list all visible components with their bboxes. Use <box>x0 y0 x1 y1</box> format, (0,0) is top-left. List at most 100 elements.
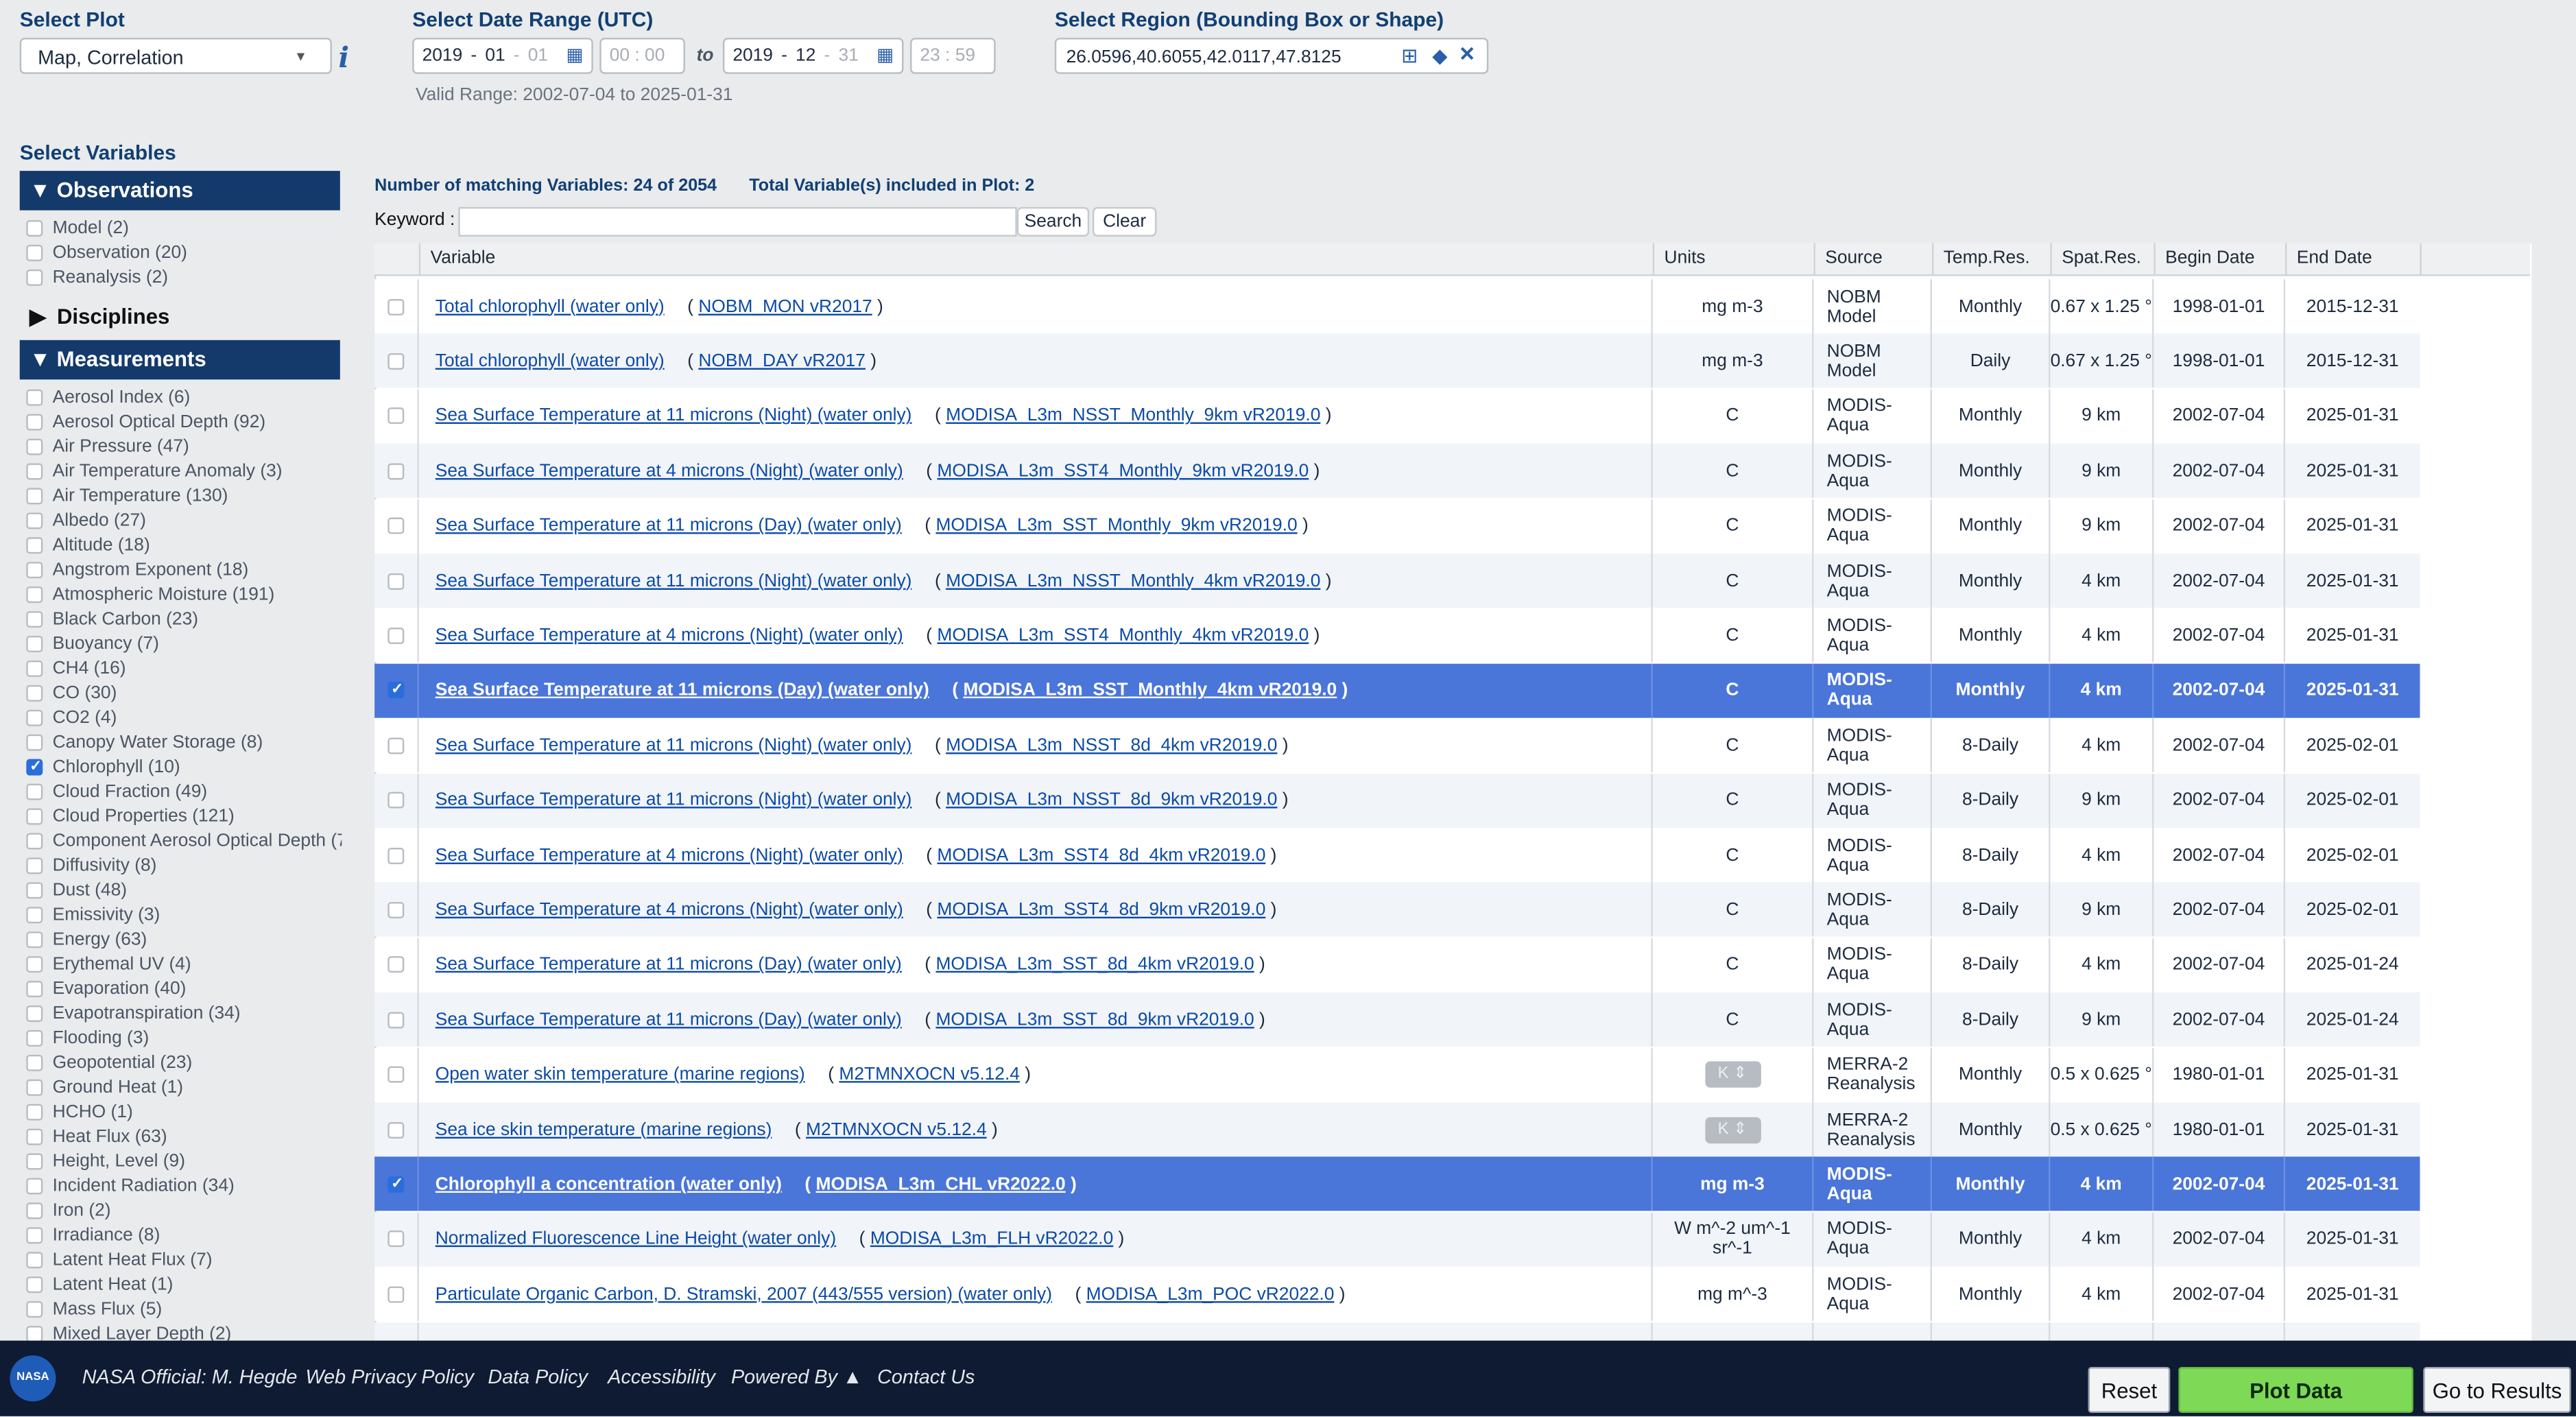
row-checkbox[interactable] <box>387 1121 405 1138</box>
dataset-link[interactable]: MODISA_L3m_SST_Monthly_9km vR2019.0 <box>935 516 1297 536</box>
table-row[interactable]: Sea Surface Temperature at 4 microns (Ni… <box>374 444 2420 499</box>
row-select-cell[interactable] <box>374 1157 419 1212</box>
row-select-cell[interactable] <box>374 444 419 499</box>
variable-link[interactable]: Chlorophyll a concentration (water only) <box>436 1174 782 1194</box>
nasa-logo[interactable]: NASA <box>10 1355 56 1402</box>
variable-link[interactable]: Sea Surface Temperature at 4 microns (Ni… <box>436 900 903 920</box>
variable-link[interactable]: Sea Surface Temperature at 11 microns (N… <box>436 735 912 755</box>
row-checkbox[interactable] <box>387 956 405 973</box>
table-row[interactable]: Sea Surface Temperature at 11 microns (N… <box>374 773 2420 828</box>
table-row[interactable]: Total chlorophyll (water only) ( NOBM_MON… <box>374 279 2420 334</box>
dataset-link[interactable]: MODISA_L3m_FLH vR2022.0 <box>870 1229 1113 1249</box>
dataset-link[interactable]: MODISA_L3m_NSST_Monthly_4km vR2019.0 <box>946 571 1320 591</box>
row-checkbox[interactable] <box>387 791 405 809</box>
row-checkbox[interactable] <box>387 1174 405 1193</box>
table-row[interactable]: Chlorophyll a concentration (water only)… <box>374 1157 2420 1212</box>
dataset-link[interactable]: NOBM_MON vR2017 <box>698 296 872 316</box>
variable-link[interactable]: Total chlorophyll (water only) <box>436 296 665 316</box>
row-checkbox[interactable] <box>387 680 405 699</box>
dataset-link[interactable]: MODISA_L3m_NSST_8d_9km vR2019.0 <box>946 790 1277 810</box>
table-row[interactable]: Open water skin temperature (marine regi… <box>374 1047 2420 1102</box>
row-checkbox[interactable] <box>387 737 405 754</box>
row-select-cell[interactable] <box>374 553 419 608</box>
table-row[interactable]: Sea Surface Temperature at 11 microns (D… <box>374 992 2420 1047</box>
row-checkbox[interactable] <box>387 1011 405 1028</box>
dataset-link[interactable]: MODISA_L3m_SST_8d_4km vR2019.0 <box>935 955 1254 975</box>
row-select-cell[interactable] <box>374 938 419 992</box>
row-checkbox[interactable] <box>387 1230 405 1248</box>
row-select-cell[interactable] <box>374 718 419 773</box>
table-row[interactable]: Sea Surface Temperature at 4 microns (Ni… <box>374 828 2420 883</box>
row-select-cell[interactable] <box>374 1322 419 1341</box>
table-row[interactable]: Sea Surface Temperature at 11 microns (D… <box>374 663 2420 718</box>
row-select-cell[interactable] <box>374 499 419 553</box>
row-select-cell[interactable] <box>374 883 419 938</box>
variable-link[interactable]: Total chlorophyll (water only) <box>436 351 665 371</box>
dataset-link[interactable]: NOBM_DAY vR2017 <box>698 351 866 371</box>
powered-by-link[interactable]: Powered By ▲ <box>731 1366 862 1389</box>
reset-button[interactable]: Reset <box>2088 1366 2171 1414</box>
dataset-link[interactable]: MODISA_L3m_POC vR2022.0 <box>1086 1284 1335 1304</box>
row-checkbox[interactable] <box>387 627 405 644</box>
variable-link[interactable]: Sea Surface Temperature at 11 microns (D… <box>436 680 929 700</box>
table-row[interactable]: Sea Surface Temperature at 4 microns (Ni… <box>374 883 2420 938</box>
table-row[interactable]: Sea Surface Temperature at 11 microns (D… <box>374 938 2420 992</box>
row-select-cell[interactable] <box>374 1102 419 1157</box>
table-row[interactable]: Sea Surface Temperature at 11 microns (N… <box>374 553 2420 608</box>
row-select-cell[interactable] <box>374 334 419 389</box>
table-row[interactable]: Sea Surface Temperature at 4 microns (Ni… <box>374 608 2420 663</box>
variable-link[interactable]: Normalized Fluorescence Line Height (wat… <box>436 1229 836 1249</box>
row-select-cell[interactable] <box>374 279 419 334</box>
row-checkbox[interactable] <box>387 407 405 425</box>
data-policy-link[interactable]: Data Policy <box>488 1366 587 1389</box>
row-checkbox[interactable] <box>387 572 405 589</box>
dataset-link[interactable]: MODISA_L3m_SST4_8d_9km vR2019.0 <box>937 900 1265 920</box>
table-row[interactable]: Sea ice skin temperature (marine regions… <box>374 1102 2420 1157</box>
row-checkbox[interactable] <box>387 298 405 315</box>
row-select-cell[interactable] <box>374 992 419 1047</box>
row-checkbox[interactable] <box>387 1285 405 1302</box>
dataset-link[interactable]: M2TMNXOCN v5.12.4 <box>839 1064 1020 1084</box>
table-row[interactable]: Sea Surface Temperature at 11 microns (N… <box>374 389 2420 444</box>
dataset-link[interactable]: MODISA_L3m_SST4_Monthly_4km vR2019.0 <box>937 626 1309 645</box>
row-select-cell[interactable] <box>374 663 419 718</box>
variable-link[interactable]: Open water skin temperature (marine regi… <box>436 1064 805 1084</box>
plot-data-button[interactable]: Plot Data <box>2178 1366 2413 1414</box>
units-selector[interactable]: K ⇕ <box>1704 1116 1761 1143</box>
privacy-link[interactable]: Web Privacy Policy <box>306 1366 474 1389</box>
units-selector[interactable]: K ⇕ <box>1704 1061 1761 1088</box>
dataset-link[interactable]: MODISA_L3m_SST4_Monthly_9km vR2019.0 <box>937 461 1309 481</box>
variable-link[interactable]: Sea Surface Temperature at 11 microns (N… <box>436 790 912 810</box>
row-checkbox[interactable] <box>387 462 405 479</box>
dataset-link[interactable]: MODISA_L3m_NSST_Monthly_9km vR2019.0 <box>946 406 1320 426</box>
row-select-cell[interactable] <box>374 828 419 883</box>
variable-link[interactable]: Sea Surface Temperature at 11 microns (N… <box>436 571 912 591</box>
dataset-link[interactable]: MODISA_L3m_NSST_8d_4km vR2019.0 <box>946 735 1277 755</box>
row-checkbox[interactable] <box>387 846 405 864</box>
dataset-link[interactable]: M2TMNXOCN v5.12.4 <box>806 1119 987 1139</box>
table-row[interactable]: Sea Surface Temperature at 11 microns (D… <box>374 499 2420 553</box>
variable-link[interactable]: Particulate Organic Carbon, D. Stramski,… <box>436 1284 1052 1304</box>
variable-link[interactable]: Sea Surface Temperature at 4 microns (Ni… <box>436 626 903 645</box>
table-row[interactable]: MODIS- <box>374 1322 2420 1341</box>
variable-link[interactable]: Sea Surface Temperature at 11 microns (D… <box>436 1010 902 1029</box>
row-checkbox[interactable] <box>387 353 405 370</box>
table-row[interactable]: Particulate Organic Carbon, D. Stramski,… <box>374 1267 2420 1322</box>
go-to-results-button[interactable]: Go to Results <box>2423 1366 2571 1414</box>
row-select-cell[interactable] <box>374 1267 419 1322</box>
row-checkbox[interactable] <box>387 901 405 918</box>
row-select-cell[interactable] <box>374 773 419 828</box>
dataset-link[interactable]: MODISA_L3m_SST_Monthly_4km vR2019.0 <box>963 680 1337 700</box>
table-row[interactable]: Normalized Fluorescence Line Height (wat… <box>374 1212 2420 1267</box>
variable-link[interactable]: Sea ice skin temperature (marine regions… <box>436 1119 772 1139</box>
variable-link[interactable]: Sea Surface Temperature at 4 microns (Ni… <box>436 461 903 481</box>
table-row[interactable]: Total chlorophyll (water only) ( NOBM_DAY… <box>374 334 2420 389</box>
row-select-cell[interactable] <box>374 1212 419 1267</box>
table-row[interactable]: Sea Surface Temperature at 11 microns (N… <box>374 718 2420 773</box>
row-checkbox[interactable] <box>387 1066 405 1083</box>
contact-link[interactable]: Contact Us <box>877 1366 975 1389</box>
accessibility-link[interactable]: Accessibility <box>608 1366 715 1389</box>
variable-link[interactable]: Sea Surface Temperature at 4 microns (Ni… <box>436 845 903 865</box>
dataset-link[interactable]: MODISA_L3m_CHL vR2022.0 <box>816 1174 1066 1194</box>
variable-link[interactable]: Sea Surface Temperature at 11 microns (N… <box>436 406 912 426</box>
